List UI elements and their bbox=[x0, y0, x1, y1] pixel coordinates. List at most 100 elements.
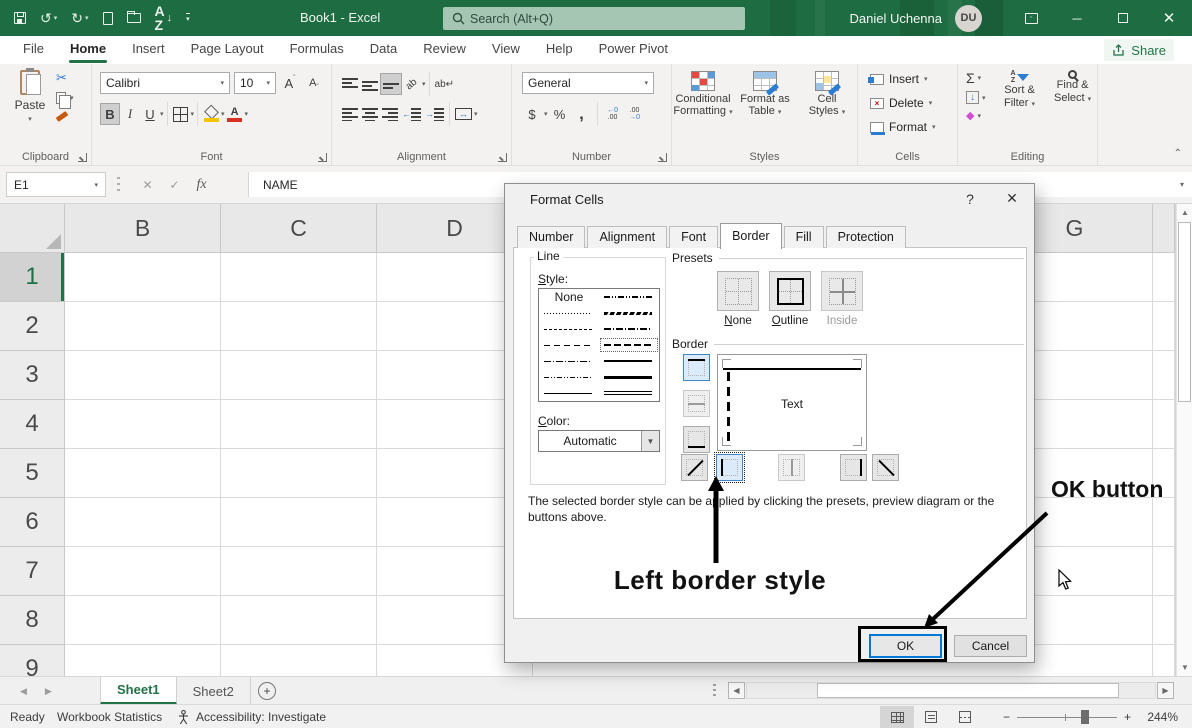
ribbon-tab-formulas[interactable]: Formulas bbox=[277, 36, 357, 64]
page-layout-view-button[interactable] bbox=[914, 706, 948, 728]
dialog-tab-border[interactable]: Border bbox=[720, 223, 782, 249]
align-right-button[interactable] bbox=[380, 103, 400, 125]
row-header-2[interactable]: 2 bbox=[0, 302, 65, 351]
scroll-left-icon[interactable]: ◀ bbox=[728, 682, 745, 699]
line-style-dash-fine[interactable] bbox=[539, 321, 599, 337]
line-style-solid-3[interactable] bbox=[599, 369, 659, 385]
sheet-nav-right-icon[interactable]: ▶ bbox=[45, 686, 52, 697]
orientation-dropdown-icon[interactable]: ▾ bbox=[422, 80, 426, 88]
close-icon[interactable]: ✕ bbox=[1146, 0, 1192, 36]
align-center-button[interactable] bbox=[360, 103, 380, 125]
zoom-slider-handle[interactable] bbox=[1081, 710, 1089, 724]
scroll-down-icon[interactable]: ▼ bbox=[1177, 659, 1192, 676]
border-preview[interactable]: Text bbox=[717, 354, 867, 451]
column-header-B[interactable]: B bbox=[65, 204, 221, 252]
sort-filter-button[interactable]: AZ Sort &Filter ▾ bbox=[1004, 66, 1035, 111]
borders-button[interactable] bbox=[171, 103, 191, 125]
avatar[interactable]: DU bbox=[955, 5, 982, 32]
preset-outline-button[interactable] bbox=[769, 271, 811, 311]
insert-cells-button[interactable]: Insert▾ bbox=[870, 72, 928, 86]
row-header-8[interactable]: 8 bbox=[0, 596, 65, 645]
line-style-dash-dot-dot-2[interactable] bbox=[599, 289, 659, 305]
search-input[interactable]: Search (Alt+Q) bbox=[443, 7, 745, 30]
currency-button[interactable]: $ bbox=[522, 103, 542, 125]
row-header-9[interactable]: 9 bbox=[0, 645, 65, 676]
column-header-C[interactable]: C bbox=[221, 204, 377, 252]
increase-font-button[interactable]: Aˆ bbox=[280, 72, 300, 94]
ribbon-tab-view[interactable]: View bbox=[479, 36, 533, 64]
underline-dropdown-icon[interactable]: ▾ bbox=[160, 110, 164, 118]
comma-style-button[interactable]: , bbox=[572, 103, 592, 125]
align-left-button[interactable] bbox=[340, 103, 360, 125]
number-format-select[interactable]: General▾ bbox=[522, 72, 654, 94]
zoom-out-icon[interactable]: − bbox=[1003, 710, 1010, 724]
accessibility-status-button[interactable]: Accessibility: Investigate bbox=[196, 705, 326, 728]
copy-button[interactable]: ▾ bbox=[56, 92, 74, 104]
line-style-dash-dot-dot[interactable] bbox=[539, 369, 599, 385]
ribbon-tab-help[interactable]: Help bbox=[533, 36, 586, 64]
normal-view-button[interactable] bbox=[880, 706, 914, 728]
wrap-text-button[interactable]: ab↵ bbox=[433, 73, 457, 95]
new-file-icon[interactable] bbox=[103, 12, 113, 25]
merge-dropdown-icon[interactable]: ▾ bbox=[474, 110, 478, 118]
row-header-7[interactable]: 7 bbox=[0, 547, 65, 596]
font-color-dropdown-icon[interactable]: ▾ bbox=[245, 110, 249, 118]
open-file-icon[interactable] bbox=[127, 13, 141, 23]
maximize-icon[interactable] bbox=[1100, 0, 1146, 36]
bottom-align-button[interactable] bbox=[380, 73, 402, 95]
ribbon-tab-insert[interactable]: Insert bbox=[119, 36, 178, 64]
orientation-button[interactable]: ab bbox=[402, 73, 422, 95]
border-top-button[interactable] bbox=[683, 354, 710, 381]
cancel-button[interactable]: Cancel bbox=[954, 635, 1027, 657]
ribbon-tab-file[interactable]: File bbox=[10, 36, 57, 64]
sort-az-icon[interactable]: AZ↓ bbox=[155, 4, 173, 32]
new-sheet-button[interactable]: + bbox=[258, 682, 276, 700]
font-dialog-launcher-icon[interactable] bbox=[318, 153, 327, 162]
scroll-right-icon[interactable]: ▶ bbox=[1157, 682, 1174, 699]
undo-icon[interactable]: ↺▾ bbox=[40, 10, 57, 27]
fill-color-button[interactable] bbox=[201, 103, 221, 125]
column-header-partial[interactable] bbox=[1153, 204, 1175, 252]
underline-button[interactable]: U bbox=[140, 103, 160, 125]
line-style-listbox[interactable]: None bbox=[538, 288, 660, 402]
number-dialog-launcher-icon[interactable] bbox=[658, 153, 667, 162]
dialog-tab-number[interactable]: Number bbox=[517, 226, 585, 248]
horizontal-scroll-track[interactable] bbox=[746, 682, 1156, 699]
clear-button[interactable]: ◆▾ bbox=[966, 109, 986, 122]
line-style-dash-2[interactable] bbox=[599, 337, 659, 353]
ribbon-tab-page-layout[interactable]: Page Layout bbox=[178, 36, 277, 64]
preset-none-button[interactable] bbox=[717, 271, 759, 311]
border-bottom-button[interactable] bbox=[683, 426, 710, 453]
minimize-icon[interactable]: ─ bbox=[1054, 0, 1100, 36]
decrease-indent-button[interactable]: ← bbox=[400, 103, 423, 125]
line-style-solid-1[interactable] bbox=[539, 385, 599, 401]
ribbon-tab-home[interactable]: Home bbox=[57, 36, 119, 64]
border-right-button[interactable] bbox=[840, 454, 867, 481]
line-style-dash-med[interactable] bbox=[539, 337, 599, 353]
name-box[interactable]: E1▾ bbox=[6, 172, 106, 197]
color-dropdown-icon[interactable]: ▼ bbox=[641, 431, 659, 451]
format-as-table-button[interactable]: Format asTable ▾ bbox=[734, 64, 796, 119]
color-select[interactable]: Automatic ▼ bbox=[538, 430, 660, 452]
paste-dropdown-icon[interactable]: ▾ bbox=[28, 115, 32, 123]
horizontal-scroll-thumb[interactable] bbox=[817, 683, 1119, 698]
decrease-font-button[interactable]: Aˇ bbox=[304, 72, 324, 94]
row-header-4[interactable]: 4 bbox=[0, 400, 65, 449]
decrease-decimal-button[interactable]: .00→0 bbox=[625, 103, 645, 125]
zoom-in-icon[interactable]: + bbox=[1124, 710, 1131, 724]
sheet-tab-sheet1[interactable]: Sheet1 bbox=[100, 677, 177, 705]
font-color-button[interactable]: A bbox=[225, 103, 245, 125]
dialog-tab-font[interactable]: Font bbox=[669, 226, 718, 248]
ribbon-display-options-icon[interactable]: ˆ bbox=[1008, 0, 1054, 36]
row-header-6[interactable]: 6 bbox=[0, 498, 65, 547]
border-diag-down-button[interactable] bbox=[872, 454, 899, 481]
autosum-button[interactable]: Σ▾ bbox=[966, 70, 986, 86]
row-header-5[interactable]: 5 bbox=[0, 449, 65, 498]
line-style-dash-dot-2[interactable] bbox=[599, 321, 659, 337]
cut-button[interactable]: ✂ bbox=[56, 70, 67, 86]
increase-decimal-button[interactable]: ←0.00 bbox=[603, 103, 623, 125]
line-style-dash-dot[interactable] bbox=[539, 353, 599, 369]
ribbon-tab-review[interactable]: Review bbox=[410, 36, 479, 64]
font-size-select[interactable]: 10▾ bbox=[234, 72, 276, 94]
expand-formula-bar-icon[interactable]: ▾ bbox=[1180, 180, 1184, 189]
